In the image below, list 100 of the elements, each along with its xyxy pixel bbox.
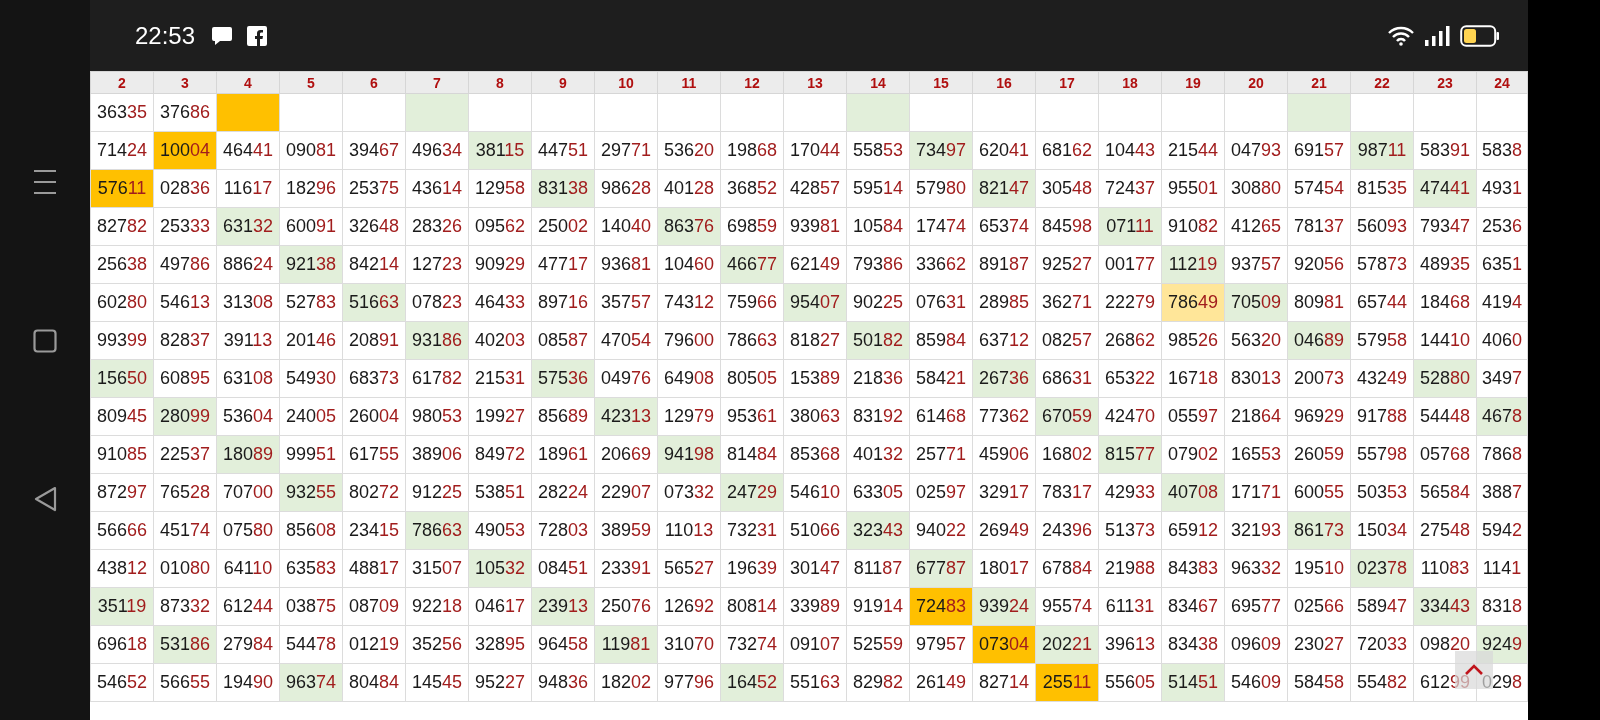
table-cell: 93924 <box>972 587 1036 626</box>
column-header[interactable]: 8 <box>468 71 532 94</box>
column-header[interactable]: 9 <box>531 71 595 94</box>
table-cell: 58391 <box>1413 131 1477 170</box>
table-cell: 55853 <box>846 131 910 170</box>
table-cell: 12979 <box>657 397 721 436</box>
table-cell: 40708 <box>1161 473 1225 512</box>
column-header[interactable]: 4 <box>216 71 280 94</box>
table-cell: 46677 <box>720 245 784 284</box>
table-cell: 81187 <box>846 549 910 588</box>
table-cell: 00177 <box>1098 245 1162 284</box>
table-cell: 70509 <box>1224 283 1288 322</box>
column-header[interactable]: 19 <box>1161 71 1225 94</box>
table-cell: 23027 <box>1287 625 1351 664</box>
table-cell: 43614 <box>405 169 469 208</box>
table-cell: 97957 <box>909 625 973 664</box>
table-cell: 19639 <box>720 549 784 588</box>
table-cell: 83192 <box>846 397 910 436</box>
table-cell: 11219 <box>1161 245 1225 284</box>
table-cell: 55163 <box>783 663 847 702</box>
table-cell: 08587 <box>531 321 595 360</box>
table-cell: 57873 <box>1350 245 1414 284</box>
table-cell: 69577 <box>1224 587 1288 626</box>
column-header[interactable]: 21 <box>1287 71 1351 94</box>
column-header[interactable]: 16 <box>972 71 1036 94</box>
table-cell: 20146 <box>279 321 343 360</box>
column-header[interactable]: 5 <box>279 71 343 94</box>
column-header[interactable]: 18 <box>1098 71 1162 94</box>
table-cell <box>1413 93 1477 132</box>
table-cell: 01219 <box>342 625 406 664</box>
table-cell: 25771 <box>909 435 973 474</box>
table-cell: 80272 <box>342 473 406 512</box>
table-cell: 94836 <box>531 663 595 702</box>
table-cell: 16452 <box>720 663 784 702</box>
table-cell: 21864 <box>1224 397 1288 436</box>
table-cell: 6351 <box>1476 245 1528 284</box>
table-cell: 82982 <box>846 663 910 702</box>
table-cell: 54613 <box>153 283 217 322</box>
table-cell: 39613 <box>1098 625 1162 664</box>
table-cell: 16718 <box>1161 359 1225 398</box>
table-cell: 40132 <box>846 435 910 474</box>
table-cell: 80981 <box>1287 283 1351 322</box>
column-header[interactable]: 6 <box>342 71 406 94</box>
table-cell <box>1098 93 1162 132</box>
table-cell: 56666 <box>90 511 154 550</box>
table-cell: 96374 <box>279 663 343 702</box>
table-cell: 45906 <box>972 435 1036 474</box>
table-cell: 56584 <box>1413 473 1477 512</box>
table-cell: 98628 <box>594 169 658 208</box>
table-cell: 30147 <box>783 549 847 588</box>
table-cell: 29771 <box>594 131 658 170</box>
table-cell: 10004 <box>153 131 217 170</box>
square-icon[interactable] <box>33 329 57 353</box>
table-cell: 60091 <box>279 207 343 246</box>
table-cell: 95501 <box>1161 169 1225 208</box>
column-header[interactable]: 17 <box>1035 71 1099 94</box>
table-cell: 61468 <box>909 397 973 436</box>
column-header[interactable]: 20 <box>1224 71 1288 94</box>
table-cell: 07111 <box>1098 207 1162 246</box>
column-header[interactable]: 24 <box>1476 71 1528 94</box>
table-cell: 05597 <box>1161 397 1225 436</box>
table-cell: 09081 <box>279 131 343 170</box>
table-cell: 79386 <box>846 245 910 284</box>
table-cell: 65744 <box>1350 283 1414 322</box>
table-cell: 62041 <box>972 131 1036 170</box>
column-header[interactable]: 14 <box>846 71 910 94</box>
column-header[interactable]: 15 <box>909 71 973 94</box>
table-cell: 43812 <box>90 549 154 588</box>
menu-icon[interactable] <box>32 168 58 196</box>
table-cell: 16802 <box>1035 435 1099 474</box>
column-header[interactable]: 7 <box>405 71 469 94</box>
table-cell: 91225 <box>405 473 469 512</box>
table-cell: 61782 <box>405 359 469 398</box>
table-cell: 74312 <box>657 283 721 322</box>
column-header[interactable]: 23 <box>1413 71 1477 94</box>
table-cell: 20221 <box>1035 625 1099 664</box>
table-cell: 28099 <box>153 397 217 436</box>
table-cell: 04617 <box>468 587 532 626</box>
table-cell: 10584 <box>846 207 910 246</box>
table-cell: 85608 <box>279 511 343 550</box>
column-header[interactable]: 12 <box>720 71 784 94</box>
table-cell: 42933 <box>1098 473 1162 512</box>
table-cell: 83138 <box>531 169 595 208</box>
column-header[interactable]: 11 <box>657 71 721 94</box>
table-cell: 68162 <box>1035 131 1099 170</box>
column-header[interactable]: 22 <box>1350 71 1414 94</box>
table-cell <box>1224 93 1288 132</box>
table-cell: 81535 <box>1350 169 1414 208</box>
table-cell: 18017 <box>972 549 1036 588</box>
column-header[interactable]: 3 <box>153 71 217 94</box>
table-cell: 3887 <box>1476 473 1528 512</box>
column-header[interactable]: 2 <box>90 71 154 94</box>
table-cell: 56320 <box>1224 321 1288 360</box>
column-header[interactable]: 10 <box>594 71 658 94</box>
table-cell: 26059 <box>1287 435 1351 474</box>
table-cell: 92056 <box>1287 245 1351 284</box>
table-cell: 84598 <box>1035 207 1099 246</box>
back-icon[interactable] <box>33 486 57 512</box>
column-header[interactable]: 13 <box>783 71 847 94</box>
table-cell: 25511 <box>1035 663 1099 702</box>
